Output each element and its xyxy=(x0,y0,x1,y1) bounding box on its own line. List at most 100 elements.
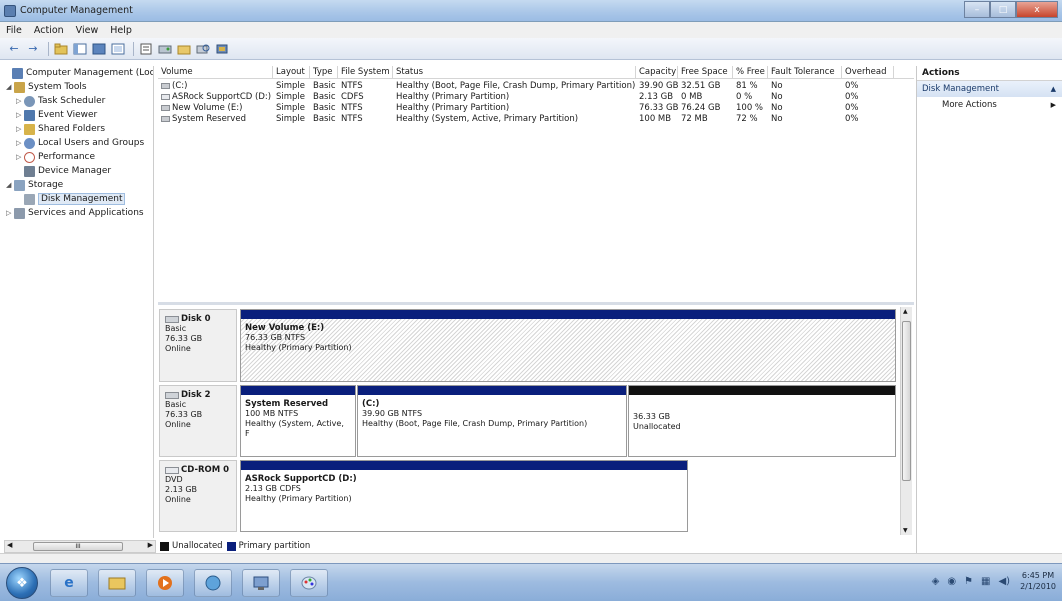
tree-node-device-manager[interactable]: Device Manager xyxy=(16,164,111,178)
partition-status: Healthy (System, Active, F xyxy=(245,419,344,438)
disk-settings-icon[interactable] xyxy=(157,41,173,57)
menu-view[interactable]: View xyxy=(76,25,99,36)
action-center-flag-icon[interactable]: ⚑ xyxy=(964,576,973,587)
close-button[interactable]: x xyxy=(1016,1,1058,18)
tree-node-system-tools[interactable]: ◢ System Tools xyxy=(6,80,87,94)
column-header-file-system[interactable]: File System xyxy=(338,66,393,79)
status-cell: Healthy (Primary Partition) xyxy=(396,92,510,102)
cdrom-0-label[interactable]: CD-ROM 0 DVD 2.13 GB Online xyxy=(159,460,237,532)
column-header-percent-free[interactable]: % Free xyxy=(733,66,768,79)
disk-state: Online xyxy=(165,495,191,504)
tree-node-services-applications[interactable]: ▷ Services and Applications xyxy=(6,206,144,220)
tree-expander[interactable]: ◢ xyxy=(6,181,14,189)
disk-2-label[interactable]: Disk 2 Basic 76.33 GB Online xyxy=(159,385,237,457)
type-cell: Basic xyxy=(313,114,336,124)
column-header-volume[interactable]: Volume xyxy=(158,66,273,79)
disk-name: Disk 0 xyxy=(165,314,231,324)
connection-tray-icon[interactable]: ▦ xyxy=(981,576,990,587)
tree-expander[interactable]: ◢ xyxy=(6,83,14,91)
disk-pane-vertical-scrollbar[interactable]: ▲ ▼ xyxy=(900,307,912,535)
column-header-capacity[interactable]: Capacity xyxy=(636,66,678,79)
maximize-button[interactable]: □ xyxy=(990,1,1016,18)
partition-new-volume-e[interactable]: New Volume (E:) 76.33 GB NTFS Healthy (P… xyxy=(240,309,896,382)
internet-explorer-icon[interactable]: e xyxy=(50,569,88,597)
tree-node-computer-management[interactable]: Computer Management (Local xyxy=(4,66,153,80)
tree-node-local-users-groups[interactable]: ▷ Local Users and Groups xyxy=(16,136,144,150)
scroll-left-icon[interactable]: ◀ xyxy=(7,541,12,549)
disk-search-icon[interactable] xyxy=(195,41,211,57)
table-row[interactable]: System Reserved Simple Basic NTFS Health… xyxy=(158,114,914,125)
partition-c[interactable]: (C:) 39.90 GB NTFS Healthy (Boot, Page F… xyxy=(357,385,627,457)
folder-open-icon[interactable] xyxy=(176,41,192,57)
percent-free-cell: 100 % xyxy=(736,103,764,113)
security-tray-icon[interactable]: ◉ xyxy=(947,576,956,587)
help-icon[interactable] xyxy=(110,41,126,57)
tree-expander[interactable]: ▷ xyxy=(16,153,24,161)
partition-system-reserved[interactable]: System Reserved 100 MB NTFS Healthy (Sys… xyxy=(240,385,356,457)
start-button[interactable]: ❖ xyxy=(6,567,38,599)
show-hide-tree-icon[interactable] xyxy=(72,41,88,57)
tree-node-shared-folders[interactable]: ▷ Shared Folders xyxy=(16,122,105,136)
clock-date: 2/1/2010 xyxy=(1020,582,1056,591)
disk-0-label[interactable]: Disk 0 Basic 76.33 GB Online xyxy=(159,309,237,382)
scrollbar-thumb[interactable] xyxy=(902,321,911,481)
minimize-button[interactable]: – xyxy=(964,1,990,18)
tree-node-task-scheduler[interactable]: ▷ Task Scheduler xyxy=(16,94,105,108)
network-tray-icon[interactable]: ◈ xyxy=(932,576,940,587)
type-cell: Basic xyxy=(313,103,336,113)
scroll-down-icon[interactable]: ▼ xyxy=(903,527,908,534)
tree-expander[interactable]: ▷ xyxy=(6,209,14,217)
table-row[interactable]: (C:) Simple Basic NTFS Healthy (Boot, Pa… xyxy=(158,81,914,92)
volume-tray-icon[interactable]: ◀) xyxy=(998,576,1010,587)
column-header-type[interactable]: Type xyxy=(310,66,338,79)
table-row[interactable]: ASRock SupportCD (D:) Simple Basic CDFS … xyxy=(158,92,914,103)
navigation-tree: Computer Management (Local ◢ System Tool… xyxy=(4,66,154,538)
menu-help[interactable]: Help xyxy=(110,25,132,36)
tree-node-event-viewer[interactable]: ▷ Event Viewer xyxy=(16,108,97,122)
partition-unallocated[interactable]: 36.33 GB Unallocated xyxy=(628,385,896,457)
back-arrow-icon[interactable]: ← xyxy=(6,41,22,57)
tree-expander[interactable]: ▷ xyxy=(16,125,24,133)
up-folder-icon[interactable] xyxy=(53,41,69,57)
properties-icon[interactable] xyxy=(91,41,107,57)
title-bar: Computer Management – □ x xyxy=(0,0,1062,22)
tree-horizontal-scrollbar[interactable]: ◀ III ▶ xyxy=(4,540,156,553)
tree-expander[interactable]: ▷ xyxy=(16,97,24,105)
scroll-up-icon[interactable]: ▲ xyxy=(903,308,908,315)
rescan-disks-icon[interactable] xyxy=(214,41,230,57)
table-row[interactable]: New Volume (E:) Simple Basic NTFS Health… xyxy=(158,103,914,114)
export-list-icon[interactable] xyxy=(138,41,154,57)
scroll-right-icon[interactable]: ▶ xyxy=(148,541,153,549)
column-header-status[interactable]: Status xyxy=(393,66,636,79)
actions-section-disk-management[interactable]: Disk Management ▲ xyxy=(917,81,1062,97)
tree-expander[interactable]: ▷ xyxy=(16,111,24,119)
legend-unallocated: Unallocated xyxy=(172,541,223,551)
taskbar: ❖ e ◈ ◉ ⚑ ▦ ◀) 6:45 PM 2/1/2010 xyxy=(0,563,1062,601)
scrollbar-thumb[interactable]: III xyxy=(33,542,123,551)
tree-label: Storage xyxy=(28,180,64,190)
column-header-free-space[interactable]: Free Space xyxy=(678,66,733,79)
forward-arrow-icon[interactable]: → xyxy=(25,41,41,57)
tree-label: Task Scheduler xyxy=(38,96,106,106)
column-header-overhead[interactable]: Overhead xyxy=(842,66,894,79)
primary-partition-bar xyxy=(358,386,626,395)
collapse-up-icon[interactable]: ▲ xyxy=(1051,81,1056,97)
tree-expander[interactable]: ▷ xyxy=(16,139,24,147)
menu-file[interactable]: File xyxy=(6,25,22,36)
menu-action[interactable]: Action xyxy=(34,25,64,36)
paint-icon[interactable] xyxy=(290,569,328,597)
column-header-fault-tolerance[interactable]: Fault Tolerance xyxy=(768,66,842,79)
windows-explorer-icon[interactable] xyxy=(98,569,136,597)
column-header-layout[interactable]: Layout xyxy=(273,66,310,79)
action-more-actions[interactable]: More Actions ▶ xyxy=(917,97,1062,113)
type-cell: Basic xyxy=(313,92,336,102)
percent-free-cell: 0 % xyxy=(736,92,753,102)
tree-node-storage[interactable]: ◢ Storage xyxy=(6,178,63,192)
network-icon[interactable] xyxy=(194,569,232,597)
media-player-icon[interactable] xyxy=(146,569,184,597)
computer-management-taskbar-icon[interactable] xyxy=(242,569,280,597)
tree-node-disk-management[interactable]: Disk Management xyxy=(16,192,126,206)
tree-node-performance[interactable]: ▷ Performance xyxy=(16,150,95,164)
clock[interactable]: 6:45 PM 2/1/2010 xyxy=(1020,570,1056,592)
partition-asrock-supportcd-d[interactable]: ASRock SupportCD (D:) 2.13 GB CDFS Healt… xyxy=(240,460,688,532)
